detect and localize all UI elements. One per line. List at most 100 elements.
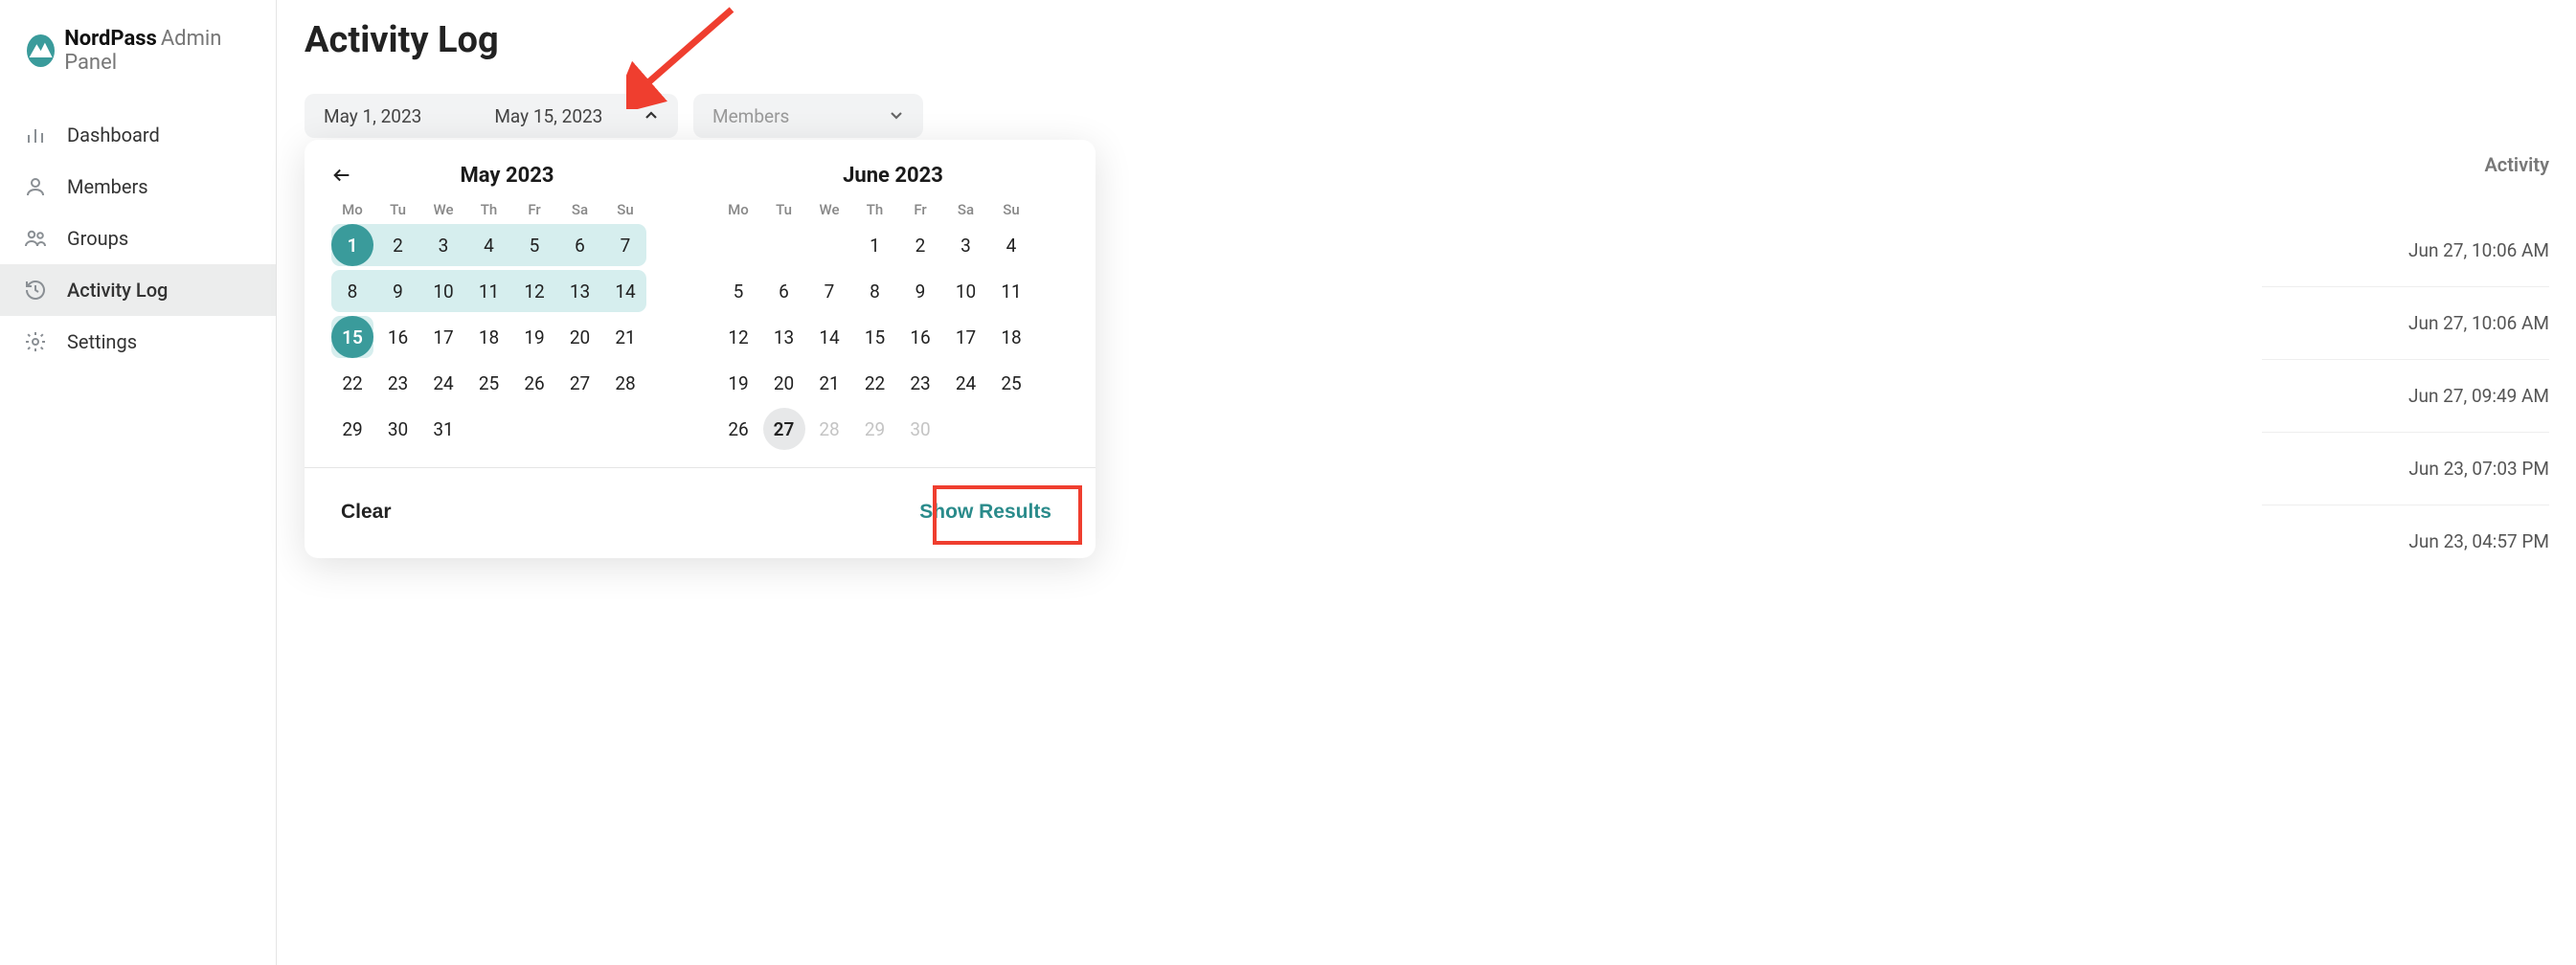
members-placeholder: Members bbox=[712, 105, 789, 127]
calendar-day[interactable]: 13 bbox=[763, 316, 805, 358]
calendar-day[interactable]: 3 bbox=[422, 224, 464, 266]
calendar-day[interactable]: 14 bbox=[808, 316, 850, 358]
calendar-day[interactable]: 7 bbox=[808, 270, 850, 312]
calendar-empty bbox=[559, 408, 601, 450]
calendar-day[interactable]: 17 bbox=[945, 316, 987, 358]
calendar-day[interactable]: 12 bbox=[513, 270, 555, 312]
calendar-day[interactable]: 21 bbox=[808, 362, 850, 404]
prev-month-button[interactable] bbox=[331, 165, 352, 193]
calendar-day[interactable]: 14 bbox=[604, 270, 646, 312]
calendar-day[interactable]: 30 bbox=[377, 408, 419, 450]
dow-label: Th bbox=[468, 201, 510, 218]
calendar-day[interactable]: 10 bbox=[422, 270, 464, 312]
sidebar-item-label: Dashboard bbox=[67, 123, 160, 146]
calendar-day[interactable]: 29 bbox=[331, 408, 373, 450]
user-icon bbox=[23, 174, 48, 199]
calendar-day[interactable]: 23 bbox=[377, 362, 419, 404]
calendar-day[interactable]: 20 bbox=[559, 316, 601, 358]
calendar-day[interactable]: 13 bbox=[559, 270, 601, 312]
calendar-day[interactable]: 28 bbox=[604, 362, 646, 404]
sidebar-item-label: Settings bbox=[67, 330, 137, 353]
calendar-day[interactable]: 19 bbox=[717, 362, 759, 404]
sidebar-item-members[interactable]: Members bbox=[0, 161, 276, 213]
calendar-day[interactable]: 22 bbox=[854, 362, 896, 404]
sidebar-item-dashboard[interactable]: Dashboard bbox=[0, 109, 276, 161]
brand: NordPassAdmin Panel bbox=[0, 0, 276, 109]
calendar-day[interactable]: 4 bbox=[990, 224, 1032, 266]
calendar-day[interactable]: 19 bbox=[513, 316, 555, 358]
calendar-week: 19202122232425 bbox=[717, 362, 1069, 404]
calendar-day[interactable]: 11 bbox=[468, 270, 510, 312]
calendar-day[interactable]: 8 bbox=[331, 270, 373, 312]
calendar-day[interactable]: 25 bbox=[990, 362, 1032, 404]
show-results-button[interactable]: Show Results bbox=[906, 491, 1065, 533]
calendar-week: 2627282930 bbox=[717, 408, 1069, 450]
dow-label: Fr bbox=[899, 201, 941, 218]
calendar-day[interactable]: 9 bbox=[377, 270, 419, 312]
dow-label: Tu bbox=[763, 201, 805, 218]
calendar-day[interactable]: 15 bbox=[854, 316, 896, 358]
sidebar-item-label: Groups bbox=[67, 227, 128, 250]
calendar-day[interactable]: 1 bbox=[331, 224, 373, 266]
calendar-day: 30 bbox=[899, 408, 941, 450]
dow-label: We bbox=[422, 201, 464, 218]
calendar-day[interactable]: 18 bbox=[468, 316, 510, 358]
sidebar-nav: Dashboard Members Groups Activity Log Settin… bbox=[0, 109, 276, 368]
calendar-empty bbox=[763, 224, 805, 266]
chart-bar-icon bbox=[23, 123, 48, 147]
sidebar-item-activity-log[interactable]: Activity Log bbox=[0, 264, 276, 316]
calendar-day[interactable]: 27 bbox=[763, 408, 805, 450]
calendar-day[interactable]: 5 bbox=[513, 224, 555, 266]
calendar-day[interactable]: 11 bbox=[990, 270, 1032, 312]
calendar-day[interactable]: 21 bbox=[604, 316, 646, 358]
calendar-day[interactable]: 16 bbox=[899, 316, 941, 358]
calendar-day[interactable]: 15 bbox=[331, 316, 373, 358]
calendar-day[interactable]: 26 bbox=[717, 408, 759, 450]
calendar-week: 891011121314 bbox=[331, 270, 683, 312]
calendar-day[interactable]: 22 bbox=[331, 362, 373, 404]
dow-label: Th bbox=[854, 201, 896, 218]
calendar-empty bbox=[945, 408, 987, 450]
calendar-week: 567891011 bbox=[717, 270, 1069, 312]
date-start: May 1, 2023 bbox=[324, 105, 421, 127]
chevron-down-icon bbox=[889, 108, 904, 123]
calendar-day[interactable]: 23 bbox=[899, 362, 941, 404]
calendar-day[interactable]: 2 bbox=[377, 224, 419, 266]
calendar-day[interactable]: 6 bbox=[763, 270, 805, 312]
calendar-day[interactable]: 12 bbox=[717, 316, 759, 358]
calendar-day[interactable]: 26 bbox=[513, 362, 555, 404]
calendar-day[interactable]: 5 bbox=[717, 270, 759, 312]
calendar-day[interactable]: 16 bbox=[377, 316, 419, 358]
brand-logo-icon bbox=[27, 34, 55, 67]
date-range-filter[interactable]: May 1, 2023 May 15, 2023 bbox=[305, 94, 678, 138]
calendar-day[interactable]: 1 bbox=[854, 224, 896, 266]
dow-label: Sa bbox=[945, 201, 987, 218]
calendar-day[interactable]: 8 bbox=[854, 270, 896, 312]
members-filter[interactable]: Members bbox=[693, 94, 923, 138]
dow-label: Mo bbox=[331, 201, 373, 218]
calendar-day: 29 bbox=[854, 408, 896, 450]
date-end: May 15, 2023 bbox=[494, 105, 602, 127]
calendar-day[interactable]: 3 bbox=[945, 224, 987, 266]
calendar-day[interactable]: 27 bbox=[559, 362, 601, 404]
calendar-day[interactable]: 17 bbox=[422, 316, 464, 358]
calendar-day[interactable]: 6 bbox=[559, 224, 601, 266]
calendar-day[interactable]: 2 bbox=[899, 224, 941, 266]
calendar-day[interactable]: 10 bbox=[945, 270, 987, 312]
calendar-month: May 2023MoTuWeThFrSaSu123456789101112131… bbox=[331, 163, 683, 450]
activity-column: Activity Jun 27, 10:06 AMJun 27, 10:06 A… bbox=[2262, 153, 2549, 577]
sidebar-item-settings[interactable]: Settings bbox=[0, 316, 276, 368]
history-icon bbox=[23, 278, 48, 303]
users-icon bbox=[23, 226, 48, 251]
sidebar-item-groups[interactable]: Groups bbox=[0, 213, 276, 264]
calendar-day[interactable]: 7 bbox=[604, 224, 646, 266]
calendar-day[interactable]: 24 bbox=[945, 362, 987, 404]
calendar-day[interactable]: 18 bbox=[990, 316, 1032, 358]
calendar-day[interactable]: 31 bbox=[422, 408, 464, 450]
calendar-day[interactable]: 24 bbox=[422, 362, 464, 404]
calendar-day[interactable]: 9 bbox=[899, 270, 941, 312]
calendar-day[interactable]: 25 bbox=[468, 362, 510, 404]
calendar-day[interactable]: 20 bbox=[763, 362, 805, 404]
clear-button[interactable]: Clear bbox=[335, 500, 397, 525]
calendar-day[interactable]: 4 bbox=[468, 224, 510, 266]
